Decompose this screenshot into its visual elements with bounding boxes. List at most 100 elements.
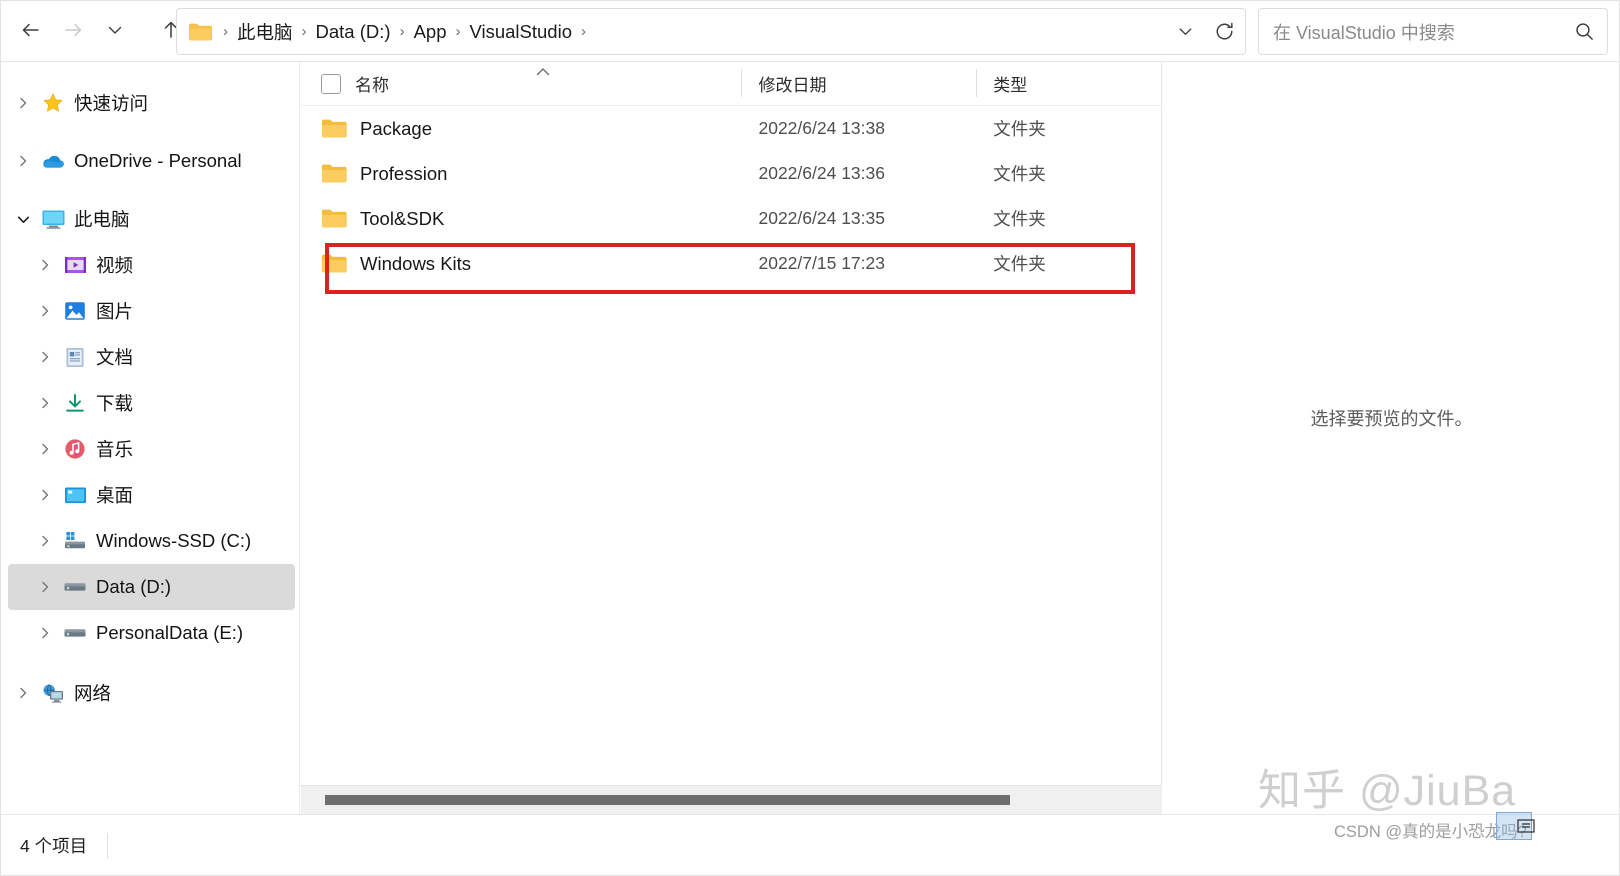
chevron-right-icon[interactable] — [8, 154, 38, 168]
sidebar-item-label: Data (D:) — [96, 576, 172, 597]
sidebar-item-label: 快速访问 — [74, 93, 149, 114]
videos-icon — [60, 255, 90, 275]
search-button[interactable] — [1561, 9, 1607, 54]
sidebar-item-quick-access[interactable]: 快速访问 — [8, 80, 295, 126]
chevron-right-icon[interactable] — [30, 488, 60, 502]
monitor-icon — [38, 209, 68, 230]
column-header-date-modified[interactable]: 修改日期 — [742, 62, 978, 106]
sidebar-item-documents[interactable]: 文档 — [8, 334, 295, 380]
sidebar-item-label: 视频 — [96, 255, 134, 276]
file-list-pane: 名称 修改日期 类型 Package 2022/6/24 13:38 文件夹 P… — [301, 62, 1162, 814]
chevron-right-icon[interactable] — [8, 686, 38, 700]
chevron-right-icon[interactable] — [30, 304, 60, 318]
chevron-down-icon — [1179, 28, 1191, 35]
table-row[interactable]: Tool&SDK 2022/6/24 13:35 文件夹 — [301, 196, 1161, 241]
chevron-right-icon[interactable] — [30, 258, 60, 272]
file-type-cell: 文件夹 — [993, 254, 1046, 274]
file-name-text: Profession — [360, 162, 448, 184]
breadcrumb-item-0[interactable]: 此电脑 — [234, 16, 296, 48]
sidebar-item-downloads[interactable]: 下载 — [8, 380, 295, 426]
breadcrumb: › 此电脑 › Data (D:) › App › VisualStudio › — [217, 9, 1167, 54]
search-box[interactable]: 在 VisualStudio 中搜索 — [1258, 8, 1608, 55]
file-name-cell: Tool&SDK — [301, 208, 742, 230]
folder-icon — [322, 254, 347, 273]
chevron-down-icon — [108, 26, 122, 34]
chevron-right-icon[interactable] — [8, 96, 38, 110]
folder-icon — [322, 119, 347, 138]
sidebar-item-label: 文档 — [96, 347, 134, 368]
chevron-right-icon[interactable] — [30, 534, 60, 548]
sidebar-item-label: 下载 — [96, 393, 134, 414]
documents-icon — [60, 347, 90, 368]
breadcrumb-item-1[interactable]: Data (D:) — [313, 18, 394, 46]
drive-icon — [60, 626, 90, 640]
horizontal-scrollbar[interactable] — [301, 785, 1162, 814]
chevron-right-icon[interactable] — [30, 580, 60, 594]
file-type-cell: 文件夹 — [993, 209, 1046, 229]
search-input[interactable]: 在 VisualStudio 中搜索 — [1273, 19, 1561, 45]
back-arrow-icon — [22, 23, 39, 37]
downloads-icon — [60, 393, 90, 414]
file-rows: Package 2022/6/24 13:38 文件夹 Profession 2… — [301, 106, 1161, 286]
sidebar-item-label: 音乐 — [96, 439, 134, 460]
sidebar-item-music[interactable]: 音乐 — [8, 426, 295, 472]
address-bar[interactable]: › 此电脑 › Data (D:) › App › VisualStudio › — [176, 8, 1246, 55]
breadcrumb-item-2[interactable]: App — [411, 18, 450, 46]
sidebar-item-windows-ssd-c[interactable]: Windows-SSD (C:) — [8, 518, 295, 564]
cloud-icon — [38, 152, 68, 170]
breadcrumb-separator-trailing: › — [581, 23, 586, 40]
select-all-checkbox[interactable] — [321, 73, 341, 94]
sidebar-item-label: OneDrive - Personal — [74, 150, 242, 171]
sidebar-item-data-d[interactable]: Data (D:) — [8, 564, 295, 610]
sidebar-item-videos[interactable]: 视频 — [8, 242, 295, 288]
sidebar-item-label: PersonalData (E:) — [96, 622, 244, 643]
breadcrumb-separator: › — [455, 23, 461, 40]
chevron-down-icon[interactable] — [8, 212, 38, 227]
file-name-cell: Profession — [301, 163, 742, 185]
file-date-cell: 2022/6/24 13:36 — [758, 163, 885, 183]
refresh-button[interactable] — [1203, 9, 1245, 54]
sidebar-item-label: Windows-SSD (C:) — [96, 530, 252, 551]
forward-arrow-icon — [65, 23, 82, 37]
preview-empty-message: 选择要预览的文件。 — [1310, 409, 1473, 429]
pictures-icon — [60, 301, 90, 321]
chevron-right-icon[interactable] — [30, 350, 60, 364]
sidebar-item-pictures[interactable]: 图片 — [8, 288, 295, 334]
column-header-date-label: 修改日期 — [758, 76, 827, 95]
sidebar-item-label: 此电脑 — [74, 209, 130, 230]
folder-icon — [189, 23, 212, 40]
sidebar-item-onedrive[interactable]: OneDrive - Personal — [8, 138, 295, 184]
forward-button[interactable] — [52, 8, 94, 52]
file-type-cell: 文件夹 — [993, 164, 1046, 184]
chevron-right-icon[interactable] — [30, 442, 60, 456]
sidebar-item-label: 桌面 — [96, 485, 134, 506]
breadcrumb-separator: › — [223, 23, 228, 40]
column-headers: 名称 修改日期 类型 — [301, 62, 1161, 106]
folder-icon — [322, 209, 347, 228]
breadcrumb-item-3[interactable]: VisualStudio — [466, 18, 575, 46]
sidebar-item-desktop[interactable]: 桌面 — [8, 472, 295, 518]
sidebar-item-this-pc[interactable]: 此电脑 — [8, 196, 295, 242]
table-row[interactable]: Windows Kits 2022/7/15 17:23 文件夹 — [301, 241, 1161, 286]
file-type-cell: 文件夹 — [993, 119, 1046, 139]
table-row[interactable]: Package 2022/6/24 13:38 文件夹 — [301, 106, 1161, 151]
column-header-name[interactable]: 名称 — [301, 62, 743, 106]
chevron-right-icon[interactable] — [30, 396, 60, 410]
system-drive-icon — [60, 531, 90, 551]
recent-locations-button[interactable] — [94, 8, 136, 52]
sidebar-item-personaldata-e[interactable]: PersonalData (E:) — [8, 610, 295, 656]
column-header-type[interactable]: 类型 — [977, 62, 1161, 106]
status-bar: 4 个项目 — [0, 814, 1620, 876]
breadcrumb-separator: › — [301, 23, 307, 40]
table-row[interactable]: Profession 2022/6/24 13:36 文件夹 — [301, 151, 1161, 196]
preview-pane: 选择要预览的文件。 — [1163, 62, 1620, 814]
sidebar-item-network[interactable]: 网络 — [8, 670, 295, 716]
sidebar-item-label: 图片 — [96, 301, 134, 322]
column-header-type-label: 类型 — [993, 76, 1028, 95]
back-button[interactable] — [10, 8, 52, 52]
chevron-right-icon[interactable] — [30, 626, 60, 640]
music-icon — [60, 438, 90, 460]
horizontal-scrollbar-thumb[interactable] — [325, 795, 1010, 805]
folder-icon — [322, 164, 347, 183]
address-dropdown-button[interactable] — [1167, 9, 1203, 54]
